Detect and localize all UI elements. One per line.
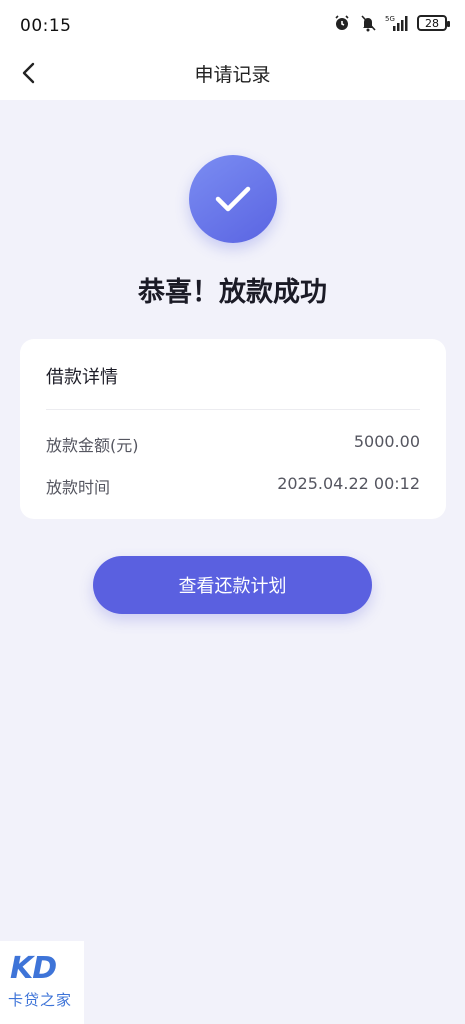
battery-icon: 28	[417, 15, 450, 31]
status-icons: 5G 28	[333, 14, 450, 32]
watermark-text: 卡贷之家	[8, 991, 73, 1009]
success-badge	[189, 155, 277, 243]
mute-icon	[359, 14, 377, 32]
detail-value: 2025.04.22 00:12	[277, 474, 420, 493]
detail-label: 放款金额(元)	[46, 436, 139, 455]
card-title: 借款详情	[46, 367, 118, 388]
check-icon	[215, 186, 251, 212]
status-time: 00:15	[20, 16, 72, 36]
detail-row-amount: 放款金额(元) 5000.00	[46, 432, 420, 456]
page-title: 申请记录	[194, 64, 271, 86]
svg-text:5G: 5G	[385, 15, 395, 23]
detail-row-time: 放款时间 2025.04.22 00:12	[46, 474, 420, 498]
top-bar: 00:15 5G 28 申请记录	[0, 0, 465, 100]
view-repayment-plan-button[interactable]: 查看还款计划	[93, 556, 372, 614]
watermark: KD 卡贷之家	[0, 941, 84, 1024]
watermark-logo: KD	[10, 951, 57, 986]
detail-value: 5000.00	[353, 432, 420, 451]
signal-icon: 5G	[385, 14, 409, 32]
detail-label: 放款时间	[46, 478, 111, 497]
loan-details-card: 借款详情 放款金额(元) 5000.00 放款时间 2025.04.22 00:…	[20, 339, 446, 519]
divider	[46, 409, 420, 410]
alarm-icon	[333, 14, 351, 32]
success-title: 恭喜！放款成功	[138, 277, 327, 308]
